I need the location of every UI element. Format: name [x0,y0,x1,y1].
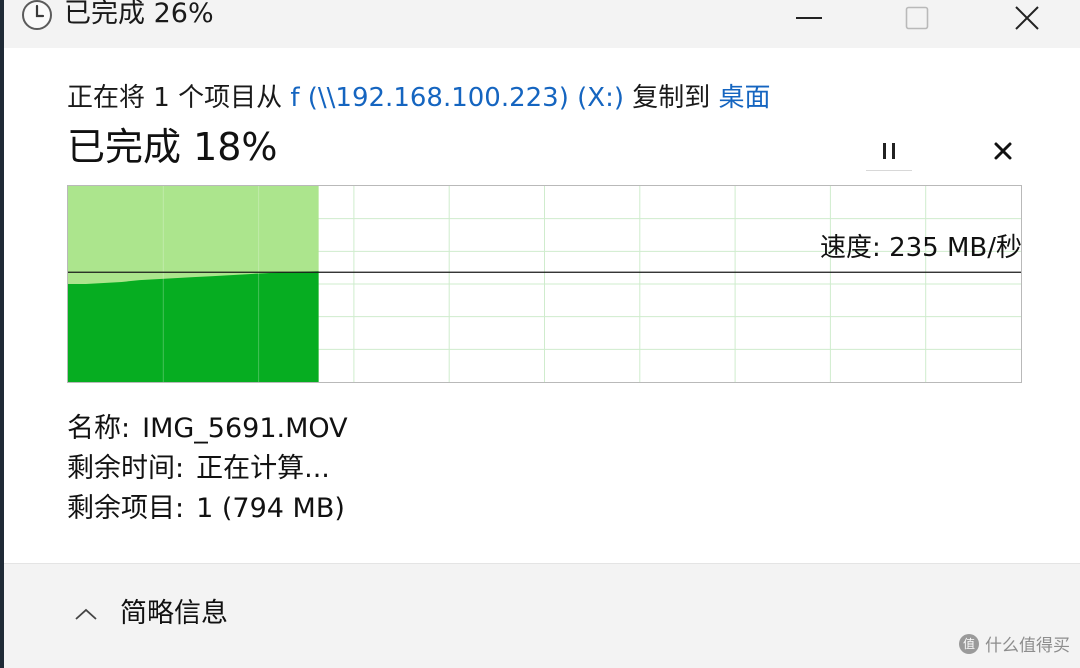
watermark-logo-icon: 值 [959,633,979,654]
copy-description: 正在将 1 个项目从 f (\\192.168.100.223) (X:) 复制… [67,80,771,116]
speed-area [68,271,319,382]
fewer-details-label: 简略信息 [120,598,228,629]
items-remaining-row: 剩余项目: 1 (794 MB) [67,491,345,527]
time-remaining-value: 正在计算... [196,453,330,484]
watermark: 值 什么值得买 [959,631,1070,656]
fewer-details-toggle[interactable]: 简略信息 [74,596,228,632]
speed-label: 速度: 235 MB/秒 [820,233,1022,263]
minimize-button[interactable] [754,0,864,36]
copy-prefix-text: 正在将 1 个项目从 [67,83,283,113]
footer-bar: 简略信息 值 什么值得买 [4,563,1080,668]
pause-icon [883,143,895,159]
time-remaining-row: 剩余时间: 正在计算... [67,451,330,487]
close-button[interactable] [972,0,1080,36]
maximize-button[interactable] [862,0,972,36]
window-title: 已完成 26% [64,0,214,29]
close-icon [1015,6,1039,30]
file-name-row: 名称: IMG_5691.MOV [67,411,348,447]
speed-graph [67,185,1022,383]
destination-link[interactable]: 桌面 [719,83,771,113]
pause-button[interactable] [866,132,912,171]
watermark-text: 什么值得买 [985,636,1070,656]
chevron-up-icon [75,608,97,620]
copy-middle-text: 复制到 [632,83,711,113]
file-name-label: 名称: [67,413,131,444]
source-link[interactable]: f (\\192.168.100.223) (X:) [290,83,624,113]
minimize-icon [796,17,822,19]
time-remaining-label: 剩余时间: [67,453,185,484]
title-bar[interactable]: 已完成 26% [4,0,1080,48]
clock-icon [22,0,52,30]
cancel-icon [994,142,1012,160]
file-name-value: IMG_5691.MOV [142,413,348,444]
progress-headline: 已完成 18% [67,125,278,169]
copy-progress-window: 已完成 26% 正在将 1 个项目从 f (\\192.168.100.223)… [4,0,1080,668]
items-remaining-value: 1 (794 MB) [196,493,345,524]
maximize-icon [905,6,929,30]
cancel-button[interactable] [980,132,1026,170]
items-remaining-label: 剩余项目: [67,493,185,524]
